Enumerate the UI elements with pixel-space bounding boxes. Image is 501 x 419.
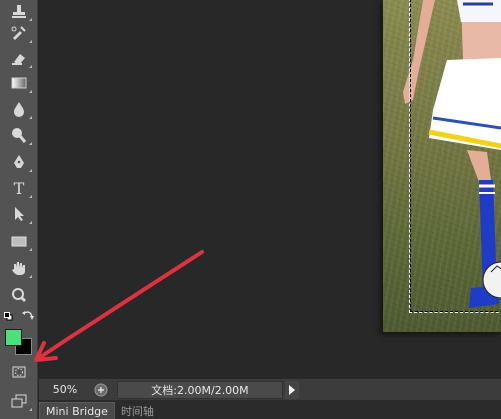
- stamp-tool-icon[interactable]: [6, 0, 32, 22]
- quick-mask-mode-icon[interactable]: [6, 361, 32, 383]
- type-tool-glyph: T: [13, 178, 25, 198]
- foreground-color-swatch[interactable]: [5, 329, 22, 346]
- history-brush-tool-icon[interactable]: [6, 22, 32, 44]
- eraser-tool-icon[interactable]: [6, 47, 32, 69]
- zoom-menu-icon[interactable]: [91, 381, 111, 399]
- dodge-tool-icon[interactable]: [6, 124, 32, 146]
- rectangle-tool-icon[interactable]: [6, 230, 32, 252]
- zoom-tool-icon[interactable]: [6, 284, 32, 306]
- gradient-tool-icon[interactable]: [6, 72, 32, 94]
- default-colors-icon[interactable]: [4, 311, 13, 321]
- selection-marquee: [409, 0, 501, 313]
- tab-timeline[interactable]: 时间轴: [115, 402, 160, 419]
- tools-panel: T: [0, 0, 38, 419]
- type-tool-icon[interactable]: T: [6, 177, 32, 199]
- zoom-level[interactable]: 50%: [39, 379, 91, 401]
- status-bar: 50% 文档:2.00M/2.00M: [39, 378, 501, 400]
- path-selection-tool-icon[interactable]: [6, 203, 32, 225]
- tab-mini-bridge[interactable]: Mini Bridge: [39, 402, 115, 419]
- pen-tool-icon[interactable]: [6, 151, 32, 173]
- document-info: 文档:2.00M/2.00M: [117, 380, 283, 399]
- document-canvas[interactable]: [383, 0, 501, 332]
- screen-mode-icon[interactable]: [6, 390, 32, 412]
- status-menu-arrow-icon[interactable]: [285, 380, 299, 399]
- hand-tool-icon[interactable]: [6, 257, 32, 279]
- bottom-panel-tabs: Mini Bridge 时间轴: [39, 400, 501, 419]
- blur-tool-icon[interactable]: [6, 98, 32, 120]
- swap-colors-icon[interactable]: [22, 310, 34, 321]
